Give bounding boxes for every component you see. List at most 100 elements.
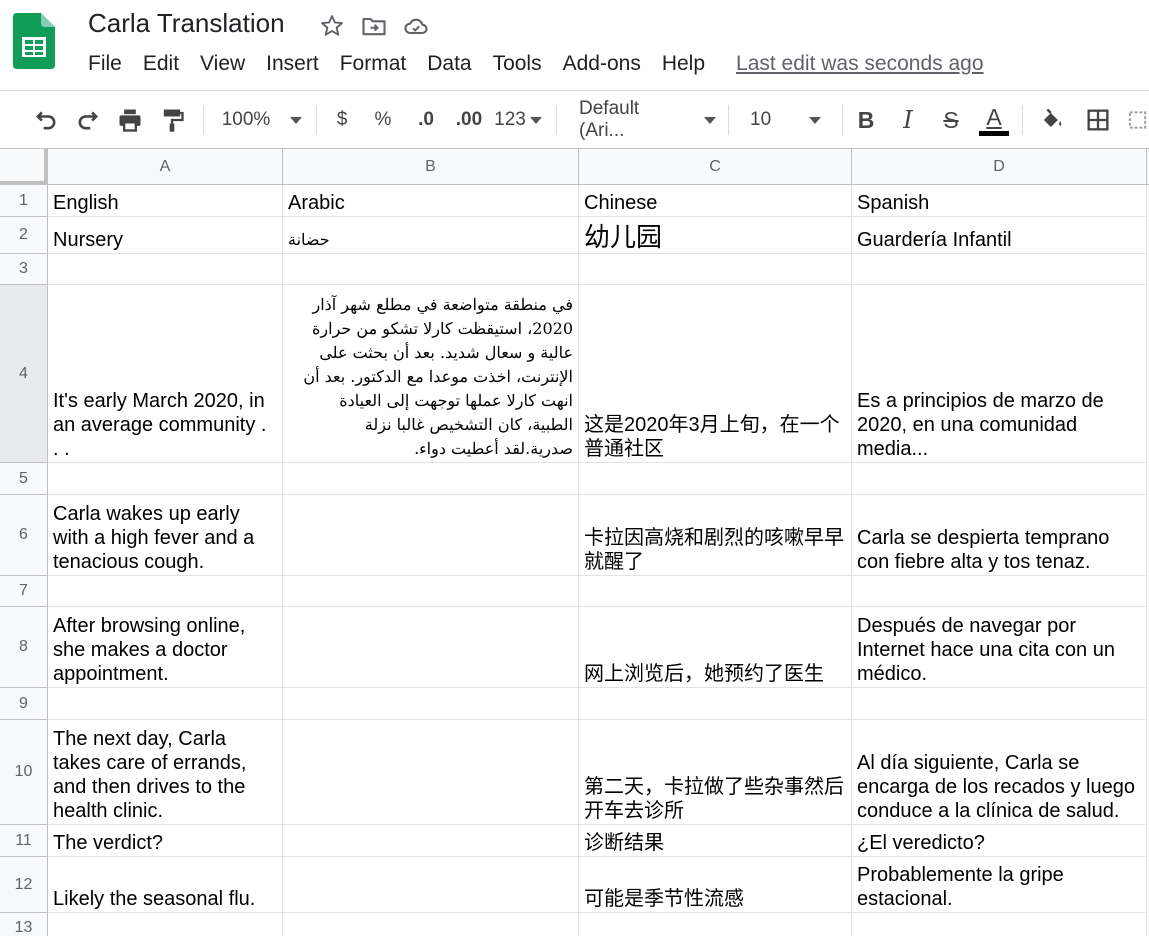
increase-decimal-button[interactable]: .00 xyxy=(450,91,488,149)
cell-c13[interactable] xyxy=(579,913,852,936)
fill-color-button[interactable] xyxy=(1036,91,1068,149)
cell-c6[interactable]: 卡拉因高烧和剧烈的咳嗽早早就醒了 xyxy=(579,495,852,576)
more-formats-button[interactable]: 123 xyxy=(492,91,544,149)
cell-b7[interactable] xyxy=(283,576,579,607)
cell-a4[interactable]: It's early March 2020, in an average com… xyxy=(48,285,283,463)
cell-c4[interactable]: 这是2020年3月上旬，在一个普通社区 xyxy=(579,285,852,463)
row-header-8[interactable]: 8 xyxy=(0,607,48,688)
cell-a3[interactable] xyxy=(48,254,283,285)
menu-tools[interactable]: Tools xyxy=(493,52,542,76)
redo-button[interactable] xyxy=(72,91,104,149)
cloud-status-icon[interactable] xyxy=(402,12,430,40)
cell-a5[interactable] xyxy=(48,463,283,495)
cell-c12[interactable]: 可能是季节性流感 xyxy=(579,857,852,913)
cell-b12[interactable] xyxy=(283,857,579,913)
row-header-7[interactable]: 7 xyxy=(0,576,48,607)
cell-a2[interactable]: Nursery xyxy=(48,217,283,254)
row-header-6[interactable]: 6 xyxy=(0,495,48,576)
font-family-select[interactable]: Default (Ari... xyxy=(572,91,716,149)
menu-addons[interactable]: Add-ons xyxy=(563,52,641,76)
cell-c1[interactable]: Chinese xyxy=(579,185,852,217)
text-color-button[interactable]: A xyxy=(978,91,1010,149)
cell-a13[interactable] xyxy=(48,913,283,936)
borders-button[interactable] xyxy=(1082,91,1114,149)
cell-b10[interactable] xyxy=(283,720,579,825)
cell-a11[interactable]: The verdict? xyxy=(48,825,283,857)
cell-d7[interactable] xyxy=(852,576,1147,607)
cell-d12[interactable]: Probablemente la gripe estacional. xyxy=(852,857,1147,913)
cell-c5[interactable] xyxy=(579,463,852,495)
zoom-select[interactable]: 100% xyxy=(218,91,306,149)
cell-c7[interactable] xyxy=(579,576,852,607)
cell-b6[interactable] xyxy=(283,495,579,576)
cell-d2[interactable]: Guardería Infantil xyxy=(852,217,1147,254)
row-header-3[interactable]: 3 xyxy=(0,254,48,285)
currency-format-button[interactable]: $ xyxy=(328,91,356,149)
star-icon[interactable] xyxy=(318,12,346,40)
decrease-decimal-button[interactable]: .0 xyxy=(408,91,444,149)
cell-d1[interactable]: Spanish xyxy=(852,185,1147,217)
cell-b3[interactable] xyxy=(283,254,579,285)
font-size-select[interactable]: 10 xyxy=(742,91,834,149)
row-header-1[interactable]: 1 xyxy=(0,185,48,217)
print-button[interactable] xyxy=(114,91,146,149)
percent-format-button[interactable]: % xyxy=(368,91,398,149)
cell-d10[interactable]: Al día siguiente, Carla se encarga de lo… xyxy=(852,720,1147,825)
menu-insert[interactable]: Insert xyxy=(266,52,319,76)
cell-d4[interactable]: Es a principios de marzo de 2020, en una… xyxy=(852,285,1147,463)
cell-b4[interactable]: في منطقة متواضعة في مطلع شهر آذار 2020، … xyxy=(283,285,579,463)
cell-a6[interactable]: Carla wakes up early with a high fever a… xyxy=(48,495,283,576)
cell-b5[interactable] xyxy=(283,463,579,495)
select-all-corner[interactable] xyxy=(0,149,48,185)
last-edit-link[interactable]: Last edit was seconds ago xyxy=(736,52,984,76)
menu-data[interactable]: Data xyxy=(427,52,471,76)
cell-c2[interactable]: 幼儿园 xyxy=(579,217,852,254)
cell-c3[interactable] xyxy=(579,254,852,285)
cell-b11[interactable] xyxy=(283,825,579,857)
cell-b2[interactable]: حضانة xyxy=(283,217,579,254)
strikethrough-button[interactable]: S xyxy=(936,91,966,149)
cell-c8[interactable]: 网上浏览后，她预约了医生 xyxy=(579,607,852,688)
cell-b13[interactable] xyxy=(283,913,579,936)
menu-file[interactable]: File xyxy=(88,52,122,76)
cell-d13[interactable] xyxy=(852,913,1147,936)
merge-cells-button[interactable] xyxy=(1126,91,1149,149)
cell-b1[interactable]: Arabic xyxy=(283,185,579,217)
cell-a12[interactable]: Likely the seasonal flu. xyxy=(48,857,283,913)
cell-a8[interactable]: After browsing online, she makes a docto… xyxy=(48,607,283,688)
sheets-logo-icon[interactable] xyxy=(13,13,55,69)
row-header-4[interactable]: 4 xyxy=(0,285,48,463)
row-header-13[interactable]: 13 xyxy=(0,913,48,936)
document-title[interactable]: Carla Translation xyxy=(88,8,285,39)
cell-b8[interactable] xyxy=(283,607,579,688)
cell-d9[interactable] xyxy=(852,688,1147,720)
cell-d6[interactable]: Carla se despierta temprano con fiebre a… xyxy=(852,495,1147,576)
column-header-d[interactable]: D xyxy=(852,149,1147,185)
bold-button[interactable]: B xyxy=(852,91,880,149)
paint-format-button[interactable] xyxy=(156,91,188,149)
column-header-c[interactable]: C xyxy=(579,149,852,185)
cell-c10[interactable]: 第二天，卡拉做了些杂事然后开车去诊所 xyxy=(579,720,852,825)
cell-b9[interactable] xyxy=(283,688,579,720)
row-header-5[interactable]: 5 xyxy=(0,463,48,495)
row-header-9[interactable]: 9 xyxy=(0,688,48,720)
menu-edit[interactable]: Edit xyxy=(143,52,179,76)
menu-format[interactable]: Format xyxy=(340,52,407,76)
cell-d11[interactable]: ¿El veredicto? xyxy=(852,825,1147,857)
undo-button[interactable] xyxy=(30,91,62,149)
cell-d5[interactable] xyxy=(852,463,1147,495)
row-header-12[interactable]: 12 xyxy=(0,857,48,913)
italic-button[interactable]: I xyxy=(894,91,922,149)
move-to-folder-icon[interactable] xyxy=(360,12,388,40)
column-header-a[interactable]: A xyxy=(48,149,283,185)
row-header-10[interactable]: 10 xyxy=(0,720,48,825)
cell-d8[interactable]: Después de navegar por Internet hace una… xyxy=(852,607,1147,688)
menu-view[interactable]: View xyxy=(200,52,245,76)
cell-c11[interactable]: 诊断结果 xyxy=(579,825,852,857)
menu-help[interactable]: Help xyxy=(662,52,705,76)
row-header-11[interactable]: 11 xyxy=(0,825,48,857)
cell-a9[interactable] xyxy=(48,688,283,720)
cell-c9[interactable] xyxy=(579,688,852,720)
cell-a10[interactable]: The next day, Carla takes care of errand… xyxy=(48,720,283,825)
cell-a7[interactable] xyxy=(48,576,283,607)
